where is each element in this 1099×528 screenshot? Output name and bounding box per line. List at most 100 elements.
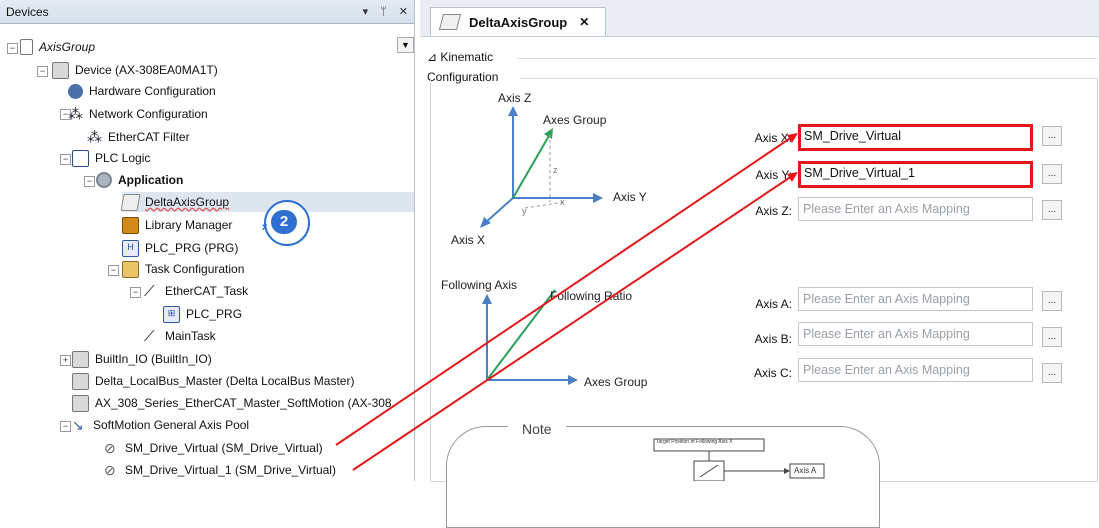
tree-item-task-configuration[interactable]: Task Configuration [122,259,244,279]
axis-c-field[interactable]: Please Enter an Axis Mapping [798,358,1033,382]
panel-dropdown-icon[interactable]: ▾ [363,5,369,18]
axis-x-browse-button[interactable]: ... [1042,126,1062,146]
axis-y-label: Axis Y: [755,168,792,182]
tree-item-label: PLC_PRG (PRG) [145,241,239,255]
tree-item-label: AX_308_Series_EtherCAT_Master_SoftMotion… [95,396,392,410]
task-config-icon [122,260,139,278]
tree-item-network-configuration[interactable]: Network Configuration [68,104,208,124]
collapse-toggle[interactable]: − [84,176,95,187]
diagram-following-ratio-label: Following Ratio [550,289,633,303]
section-divider [517,58,1097,59]
axis-z-field[interactable]: Please Enter an Axis Mapping [798,197,1033,221]
tree-item-label: EtherCAT_Task [165,284,249,298]
tree-item-label: BuiltIn_IO (BuiltIn_IO) [95,352,212,366]
devices-panel-title: Devices [6,4,49,19]
axes-group-vector [512,133,551,199]
collapse-toggle[interactable]: − [108,265,119,276]
expand-toggle[interactable]: + [60,355,71,366]
step-click-count: x [262,222,268,233]
axis-z-arrowhead [508,106,518,116]
pin-icon[interactable]: ᛘ [380,6,387,18]
projection-line [524,201,566,209]
tree-item-label: Library Manager [145,218,233,232]
plc-logic-icon [72,149,89,167]
tree-item-builtin-io[interactable]: BuiltIn_IO (BuiltIn_IO) [72,349,212,369]
tree-item-softmotion-pool[interactable]: SoftMotion General Axis Pool [72,415,249,435]
axis-b-browse-button[interactable]: ... [1042,327,1062,347]
tree-item-localbus-master[interactable]: Delta_LocalBus_Master (Delta LocalBus Ma… [72,371,354,391]
axis-c-browse-button[interactable]: ... [1042,363,1062,383]
diagram-axes-group-label: Axes Group [543,113,607,127]
task-icon [144,284,159,299]
note-title: Note [508,421,566,437]
device-icon [72,350,89,368]
note-diagram-arrowhead [784,468,790,474]
tree-item-label: Device (AX-308EA0MA1T) [75,63,218,77]
tree-dropdown-button[interactable]: ▼ [397,37,414,53]
tree-item-sm-drive-virtual[interactable]: SM_Drive_Virtual (SM_Drive_Virtual) [104,438,323,458]
tree-item-label: SM_Drive_Virtual_1 (SM_Drive_Virtual) [125,463,336,477]
diagram-following-axis-label: Following Axis [441,278,518,292]
collapse-toggle[interactable]: − [60,421,71,432]
diagram-axis-y-label: Axis Y [613,190,647,204]
editor-tabbar: DeltaAxisGroup ✕ [420,0,1099,37]
axis-z-browse-button[interactable]: ... [1042,200,1062,220]
tree-item-ethercat-task[interactable]: EtherCAT_Task [144,281,248,301]
tree-item-label: MainTask [165,329,216,343]
tree-item-label: PLC Logic [95,151,151,165]
tree-item-application[interactable]: Application [96,170,183,190]
tree-item-label: Application [118,173,184,187]
axis-group-icon [438,14,462,30]
axis-group-icon [120,193,141,211]
devices-panel: Devices ▾ ᛘ ✕ ▼ − AxisGroup − Device (AX… [0,0,415,481]
axis-y-field[interactable]: SM_Drive_Virtual_1 [798,161,1033,188]
axis-y-browse-button[interactable]: ... [1042,164,1062,184]
tree-item-plc-logic[interactable]: PLC Logic [72,148,150,168]
tree-item-plc-prg[interactable]: H PLC_PRG (PRG) [122,238,238,258]
device-icon [72,394,89,412]
program-icon: H [122,239,139,257]
axis-x-field[interactable]: SM_Drive_Virtual [798,124,1033,151]
tree-item-hardware-configuration[interactable]: Hardware Configuration [68,81,216,101]
drive-icon [104,463,119,478]
axis-a-browse-button[interactable]: ... [1042,291,1062,311]
following-ratio-line [486,289,556,381]
tab-close-icon[interactable]: ✕ [579,15,589,29]
tree-item-plc-prg-call[interactable]: ⊞ PLC_PRG [163,304,242,324]
diagram-axis-z-label: Axis Z [498,91,532,105]
axis-x-label: Axis X: [754,131,792,145]
axis-y-arrowhead [593,193,603,203]
collapse-toggle[interactable]: − [130,287,141,298]
tree-item-label: Network Configuration [89,107,208,121]
collapse-toggle[interactable]: − [37,66,48,77]
tree-item-library-manager[interactable]: Library Manager [122,215,232,235]
tab-delta-axis-group[interactable]: DeltaAxisGroup ✕ [430,7,606,36]
kinematic-section-label[interactable]: ⊿ Kinematic [427,50,493,64]
network-icon [68,107,83,122]
tree-item-axisgroup[interactable]: AxisGroup [20,37,95,57]
diagram-axis-x-label: Axis X [451,233,486,247]
tree-item-main-task[interactable]: MainTask [144,326,216,346]
tree-item-sm-drive-virtual-1[interactable]: SM_Drive_Virtual_1 (SM_Drive_Virtual) [104,460,336,480]
tree-item-label: Hardware Configuration [89,84,216,98]
tree-item-label: AxisGroup [39,40,96,54]
hardware-config-icon [68,83,83,99]
close-icon[interactable]: ✕ [399,5,408,18]
axis-a-label: Axis A: [755,297,792,311]
tree-item-ethercat-master[interactable]: AX_308_Series_EtherCAT_Master_SoftMotion… [72,393,392,413]
step-number-badge: 2 [271,210,297,234]
diagram-z-mark: z [553,165,558,175]
tree-item-device[interactable]: Device (AX-308EA0MA1T) [52,60,218,80]
tree-item-label: SM_Drive_Virtual (SM_Drive_Virtual) [125,441,323,455]
axis-z-label: Axis Z: [755,204,792,218]
collapse-toggle[interactable]: − [60,154,71,165]
axis-pool-icon [72,418,87,433]
tree-item-label: DeltaAxisGroup [145,195,230,209]
program-call-icon: ⊞ [163,305,180,323]
tab-label: DeltaAxisGroup [469,14,568,30]
collapse-toggle[interactable]: − [7,43,18,54]
axis-b-field[interactable]: Please Enter an Axis Mapping [798,322,1033,346]
tree-item-label: SoftMotion General Axis Pool [93,418,250,432]
axis-a-field[interactable]: Please Enter an Axis Mapping [798,287,1033,311]
tree-item-ethercat-filter[interactable]: EtherCAT Filter [87,127,190,147]
